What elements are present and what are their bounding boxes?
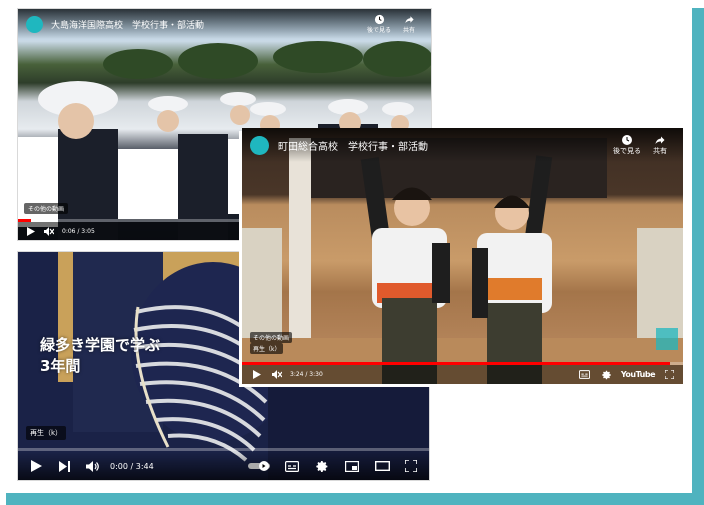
next-button[interactable] (54, 460, 74, 472)
video-frame-students-dancing[interactable] (242, 128, 683, 384)
channel-logo[interactable] (250, 135, 269, 155)
skip-next-icon (58, 460, 70, 472)
share-icon (655, 136, 665, 144)
play-button[interactable] (26, 460, 46, 472)
theater-mode-button[interactable] (371, 461, 393, 471)
channel-logo[interactable] (26, 15, 43, 33)
overlay-title-line-1: 緑多き学園で学ぶ (40, 336, 161, 354)
play-button[interactable] (250, 370, 264, 379)
top-actions: 後で見る 共有 (363, 14, 423, 34)
video-player-3[interactable]: 町田総合高校 学校行事・部活動 後で見る 共有 その他の動画 再生（k） 3:2… (242, 128, 683, 384)
settings-button[interactable] (311, 460, 333, 473)
play-tooltip: 再生（k） (250, 343, 284, 354)
overlay-title-line-2: 3年間 (40, 357, 81, 375)
fullscreen-button[interactable] (401, 460, 421, 472)
fullscreen-button[interactable] (663, 370, 675, 379)
more-videos-tag[interactable]: その他の動画 (24, 203, 69, 214)
miniplayer-icon (345, 460, 359, 472)
more-videos-tag[interactable]: その他の動画 (250, 332, 293, 343)
play-icon (30, 460, 42, 472)
mute-button[interactable] (270, 370, 284, 379)
share-button[interactable]: 共有 (645, 134, 675, 156)
watch-later-button[interactable]: 後で見る (609, 134, 645, 156)
time-display: 0:06 / 3:05 (62, 227, 95, 235)
play-icon (27, 226, 35, 236)
play-icon (253, 370, 261, 379)
theater-mode-icon (374, 461, 390, 471)
mute-button[interactable] (42, 226, 56, 236)
share-label: 共有 (653, 147, 667, 155)
progress-bar[interactable] (18, 448, 429, 451)
fullscreen-icon (405, 460, 417, 472)
player-controls: 3:24 / 3:30 YouTube (242, 365, 683, 384)
clock-icon (374, 14, 384, 25)
volume-icon (85, 460, 99, 472)
video-title[interactable]: 大島海洋国際高校 学校行事・部活動 (51, 18, 204, 31)
play-tooltip: 再生（k） (26, 426, 67, 440)
play-button[interactable] (24, 226, 38, 236)
miniplayer-button[interactable] (341, 460, 363, 472)
time-display: 3:24 / 3:30 (290, 371, 323, 378)
youtube-logo[interactable]: YouTube (621, 370, 656, 379)
fullscreen-icon (664, 370, 674, 379)
video-title[interactable]: 町田総合高校 学校行事・部活動 (278, 138, 428, 153)
watch-later-button[interactable]: 後で見る (363, 14, 395, 34)
watch-later-label: 後で見る (366, 27, 391, 34)
share-label: 共有 (402, 27, 415, 34)
settings-button[interactable] (599, 370, 615, 380)
gear-icon (602, 370, 611, 379)
share-icon (404, 16, 414, 24)
gear-icon (315, 460, 327, 472)
autoplay-toggle-icon (248, 461, 270, 471)
video-top-bar: 町田総合高校 学校行事・部活動 後で見る 共有 (242, 128, 683, 162)
top-actions: 後で見る 共有 (609, 134, 675, 156)
time-display: 0:00 / 3:44 (110, 461, 154, 471)
player-controls: 0:00 / 3:44 (18, 452, 429, 480)
clock-icon (622, 135, 632, 145)
subtitles-button[interactable] (577, 370, 593, 379)
autoplay-toggle[interactable] (247, 461, 273, 471)
video-top-bar: 大島海洋国際高校 学校行事・部活動 後で見る 共有 (18, 9, 431, 39)
watch-later-label: 後で見る (613, 147, 641, 155)
subtitles-icon (285, 460, 299, 472)
subtitles-button[interactable] (281, 460, 303, 472)
volume-button[interactable] (82, 460, 102, 472)
volume-muted-icon (272, 370, 282, 379)
subtitles-icon (579, 370, 591, 379)
frame-accent-right (692, 8, 704, 505)
share-button[interactable]: 共有 (395, 14, 423, 34)
volume-muted-icon (44, 226, 54, 236)
frame-accent-bottom (6, 493, 704, 505)
